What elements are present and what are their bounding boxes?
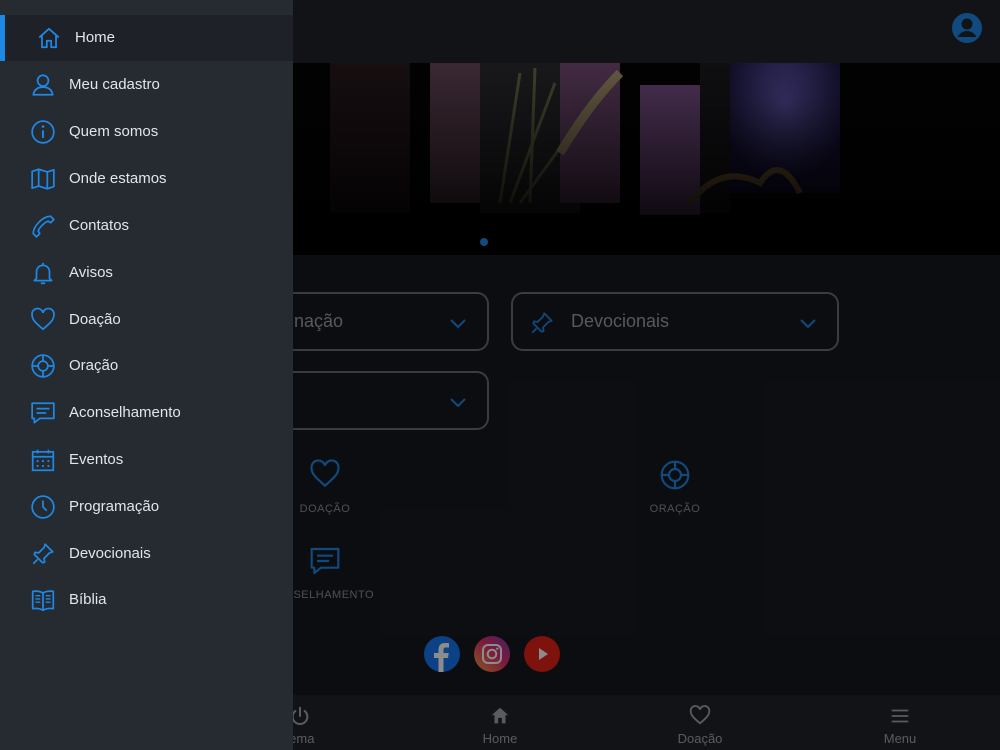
chevron-down-icon <box>450 398 466 408</box>
menu-item-label: Home <box>75 29 116 46</box>
menu-item-label: Meu cadastro <box>69 76 160 93</box>
menu-item-doacao[interactable]: Doação <box>0 297 293 343</box>
bottom-nav-label: Menu <box>883 731 917 746</box>
youtube-link[interactable] <box>524 636 560 672</box>
dropdown-devocionais[interactable]: Devocionais <box>511 292 839 351</box>
menu-item-label: Devocionais <box>69 545 151 562</box>
instagram-icon <box>482 644 502 664</box>
heart-icon <box>310 459 340 488</box>
book-icon <box>31 590 55 612</box>
menu-item-label: Oração <box>69 357 119 374</box>
user-icon <box>32 74 54 96</box>
menu-item-avisos[interactable]: Avisos <box>0 250 293 296</box>
side-menu: Home Meu cadastro Quem somos Onde estamo… <box>0 0 293 750</box>
bottom-nav-home[interactable]: Home <box>440 705 560 748</box>
grid-item-label: DOAÇÃO <box>299 503 351 515</box>
menu-item-contatos[interactable]: Contatos <box>0 203 293 249</box>
menu-item-label: Eventos <box>69 451 124 468</box>
menu-item-meu-cadastro[interactable]: Meu cadastro <box>0 62 293 108</box>
menu-item-label: Onde estamos <box>69 170 167 187</box>
menu-item-onde-estamos[interactable]: Onde estamos <box>0 156 293 202</box>
dropdown-label: Devocionais <box>571 311 670 331</box>
menu-item-label: Contatos <box>69 217 130 234</box>
menu-item-oracao[interactable]: Oração <box>0 343 293 389</box>
home-icon <box>38 27 60 49</box>
profile-button[interactable] <box>951 12 983 44</box>
phone-icon <box>32 215 55 238</box>
heart-icon <box>689 705 711 725</box>
menu-icon <box>891 709 909 723</box>
lifebuoy-icon <box>660 460 690 490</box>
chat-icon <box>310 547 340 575</box>
youtube-icon <box>539 648 548 660</box>
menu-item-label: Aconselhamento <box>69 404 181 421</box>
map-icon <box>31 168 55 190</box>
menu-item-label: Doação <box>69 311 121 328</box>
chevron-down-icon <box>800 319 816 329</box>
facebook-icon <box>434 643 449 672</box>
pin-icon <box>32 543 54 565</box>
chevron-down-icon <box>450 319 466 329</box>
instagram-link[interactable] <box>474 636 510 672</box>
menu-item-programacao[interactable]: Programação <box>0 484 293 530</box>
chat-icon <box>31 402 55 424</box>
menu-item-aconselhamento[interactable]: Aconselhamento <box>0 390 293 436</box>
calendar-icon <box>31 449 55 472</box>
bottom-nav-label: Home <box>482 731 518 746</box>
menu-item-label: Programação <box>69 498 160 515</box>
menu-item-biblia[interactable]: Bíblia <box>0 577 293 623</box>
menu-item-label: Quem somos <box>69 123 159 140</box>
bell-icon <box>33 262 53 285</box>
bottom-nav-menu[interactable]: Menu <box>840 705 960 748</box>
info-icon <box>31 120 55 144</box>
account-icon <box>952 13 982 43</box>
menu-item-label: Avisos <box>69 264 113 281</box>
lifebuoy-icon <box>31 354 55 378</box>
menu-item-quem-somos[interactable]: Quem somos <box>0 109 293 155</box>
grid-item-oracao[interactable]: ORAÇÃO <box>605 459 745 517</box>
bottom-nav-doacao[interactable]: Doação <box>640 705 760 748</box>
menu-item-devocionais[interactable]: Devocionais <box>0 531 293 577</box>
bottom-nav-label: Doação <box>677 731 723 746</box>
home-icon <box>491 707 509 724</box>
heart-icon <box>31 307 55 331</box>
menu-item-label: Bíblia <box>69 591 107 608</box>
clock-icon <box>31 495 55 519</box>
menu-item-eventos[interactable]: Eventos <box>0 437 293 483</box>
menu-item-home[interactable]: Home <box>0 15 293 61</box>
pin-icon <box>531 312 553 334</box>
grid-item-label: ORAÇÃO <box>649 503 701 515</box>
dropdown-label: nação <box>294 311 344 331</box>
facebook-link[interactable] <box>424 636 460 672</box>
